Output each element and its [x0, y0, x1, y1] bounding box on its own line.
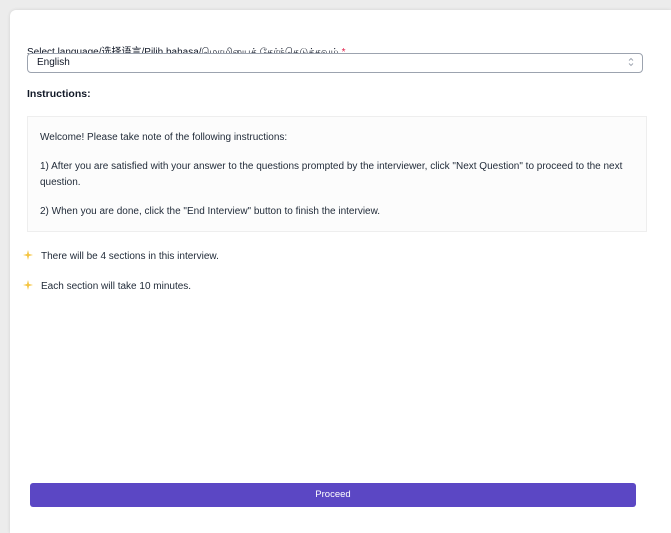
language-select[interactable]: English: [27, 53, 643, 73]
note-item: Each section will take 10 minutes.: [23, 280, 191, 292]
instructions-box: Welcome! Please take note of the followi…: [27, 116, 647, 232]
proceed-button[interactable]: Proceed: [30, 483, 636, 507]
note-item: There will be 4 sections in this intervi…: [23, 250, 219, 262]
sparkles-icon: [23, 250, 33, 260]
instructions-welcome: Welcome! Please take note of the followi…: [40, 132, 288, 143]
note-text: There will be 4 sections in this intervi…: [41, 251, 219, 262]
chevron-up-down-icon: [628, 57, 634, 67]
sparkles-icon: [23, 280, 33, 290]
note-text: Each section will take 10 minutes.: [41, 281, 192, 292]
instructions-step-1: 1) After you are satisfied with your ans…: [40, 161, 623, 188]
form-card: [10, 10, 671, 533]
instructions-step-2: 2) When you are done, click the "End Int…: [40, 206, 381, 217]
instructions-heading: Instructions:: [27, 88, 91, 100]
language-select-value: English: [37, 57, 70, 68]
